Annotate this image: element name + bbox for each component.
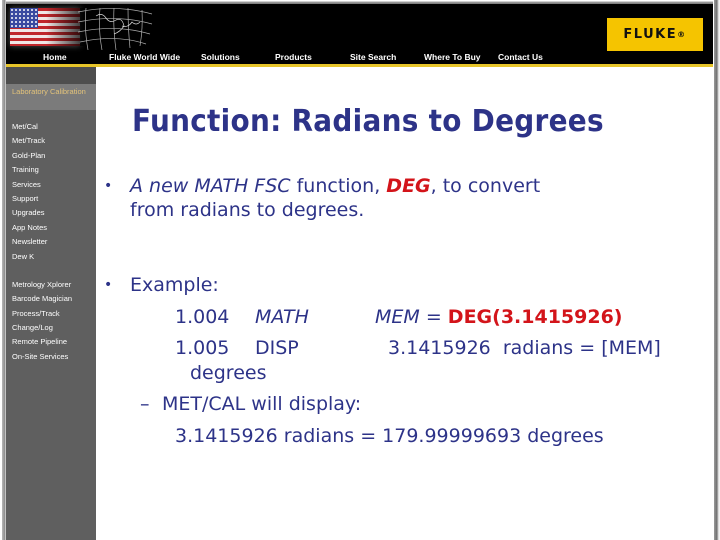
bullet2-label: Example: [130,274,219,296]
sub-bullet-dash: – [140,393,150,415]
top-nav: Home Fluke World Wide Solutions Products… [6,50,713,64]
sidebar: Laboratory Calibration Met/Cal Met/Track… [6,67,96,540]
sidebar-item-app-notes[interactable]: App Notes [12,223,47,232]
sidebar-item-services[interactable]: Services [12,180,41,189]
example-line3: degrees [190,362,267,384]
sidebar-item-on-site-services[interactable]: On-Site Services [12,352,68,361]
example-line2-step: 1.005 [175,337,230,359]
fluke-logo[interactable]: FLUKE ® [607,18,703,51]
window-frame-right [713,0,720,540]
sidebar-item-change-log[interactable]: Change/Log [12,323,53,332]
sidebar-item-process-track[interactable]: Process/Track [12,309,60,318]
sidebar-item-metcal[interactable]: Met/Cal [12,122,38,131]
slide-title: Function: Radians to Degrees [132,104,604,139]
nav-site-search[interactable]: Site Search [350,52,396,62]
example-line1-fsc: MATH [255,306,309,328]
sub-bullet-label: MET/CAL will display: [162,393,362,415]
globe-grid-icon [77,7,153,50]
sidebar-item-barcode-magician[interactable]: Barcode Magician [12,294,72,303]
sidebar-item-dew-k[interactable]: Dew K [12,252,34,261]
example-line1-expr-pre: MEM = [375,306,448,328]
nav-fluke-world-wide[interactable]: Fluke World Wide [109,52,180,62]
sidebar-item-support[interactable]: Support [12,194,38,203]
sub-bullet-value: 3.1415926 radians = 179.99999693 degrees [175,425,604,447]
bullet1-text-italic: MATH FSC [194,175,291,197]
header-divider [6,64,713,67]
flag-canton [10,8,38,28]
bullet-icon: • [104,277,113,293]
sidebar-item-remote-pipeline[interactable]: Remote Pipeline [12,337,67,346]
sidebar-section-header[interactable]: Laboratory Calibration [6,84,96,110]
sidebar-item-upgrades[interactable]: Upgrades [12,208,45,217]
bullet1-line1: A new MATH FSC function, DEG, to convert [130,175,540,197]
bullet1-text-post: , to convert [430,175,541,197]
nav-where-to-buy[interactable]: Where To Buy [424,52,481,62]
sidebar-item-newsletter[interactable]: Newsletter [12,237,47,246]
nav-products[interactable]: Products [275,52,312,62]
example-line1-step: 1.004 [175,306,230,328]
bullet1-text-mid: function, [290,175,387,197]
example-line2-expr: 3.1415926 radians = [MEM] [388,337,661,359]
registered-mark: ® [677,30,687,39]
nav-solutions[interactable]: Solutions [201,52,240,62]
sidebar-item-metrology-xplorer[interactable]: Metrology Xplorer [12,280,71,289]
example-line1-expr: MEM = DEG(3.1415926) [375,306,623,328]
sidebar-item-gold-plan[interactable]: Gold-Plan [12,151,45,160]
sidebar-section-title: Laboratory Calibration [12,87,86,96]
sidebar-item-mettrack[interactable]: Met/Track [12,136,45,145]
example-line2-fsc: DISP [255,337,299,359]
fluke-logo-text: FLUKE [623,27,678,42]
bullet1-line2: from radians to degrees. [130,199,365,221]
bullet1-highlight: DEG [386,175,431,197]
bullet-icon: • [104,178,113,194]
example-line1-expr-red: DEG(3.1415926) [447,306,623,328]
sidebar-item-training[interactable]: Training [12,165,39,174]
nav-contact-us[interactable]: Contact Us [498,52,543,62]
nav-home[interactable]: Home [43,52,67,62]
sidebar-top-band [6,67,96,84]
bullet1-text-pre: A new [130,175,195,197]
